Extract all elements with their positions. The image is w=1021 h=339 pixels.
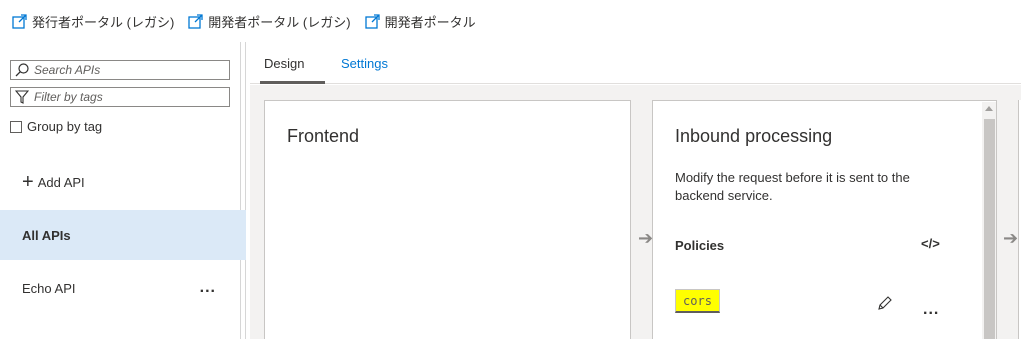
- developer-portal-label: 開発者ポータル: [384, 14, 476, 30]
- tab-settings[interactable]: Settings: [341, 56, 388, 71]
- group-by-tag-checkbox[interactable]: Group by tag: [10, 119, 102, 134]
- api-tabs: Design Settings: [250, 42, 1021, 84]
- policy-cors-tag[interactable]: cors: [675, 289, 720, 313]
- search-apis-placeholder: Search APIs: [34, 63, 101, 77]
- more-options-icon[interactable]: ...: [200, 279, 216, 297]
- api-sidebar: Search APIs Filter by tags Group by tag …: [0, 42, 246, 339]
- external-link-icon: [364, 13, 380, 29]
- api-item-echo-api[interactable]: Echo API ...: [0, 263, 246, 313]
- search-icon: [15, 63, 29, 77]
- code-editor-icon[interactable]: </>: [921, 236, 940, 251]
- card-scrollbar[interactable]: [982, 102, 996, 339]
- scroll-up-arrow-icon[interactable]: [985, 106, 993, 111]
- frontend-card[interactable]: Frontend: [264, 100, 631, 339]
- external-link-icon: [188, 13, 203, 29]
- api-item-all-apis[interactable]: All APIs: [0, 210, 246, 260]
- active-tab-indicator: [260, 81, 325, 84]
- group-by-tag-label: Group by tag: [27, 119, 103, 134]
- developer-portal-legacy-label: 開発者ポータル (レガシ): [208, 14, 351, 30]
- filter-tags-placeholder: Filter by tags: [34, 90, 103, 104]
- tab-design[interactable]: Design: [264, 56, 304, 71]
- scroll-thumb[interactable]: [984, 119, 995, 339]
- developer-portal-legacy-link[interactable]: 開発者ポータル (レガシ): [188, 12, 351, 31]
- design-canvas: Frontend ➔ Inbound processing Modify the…: [250, 85, 1021, 339]
- api-item-label: All APIs: [22, 227, 71, 243]
- filter-icon: [15, 90, 29, 104]
- filter-tags-input[interactable]: Filter by tags: [10, 87, 230, 107]
- edit-pencil-icon[interactable]: [877, 295, 893, 311]
- frontend-title: Frontend: [287, 126, 360, 146]
- flow-arrow-icon: ➔: [638, 228, 654, 248]
- developer-portal-link[interactable]: 開発者ポータル: [364, 12, 476, 31]
- add-api-label: Add API: [37, 174, 85, 190]
- plus-icon: +: [22, 171, 34, 193]
- api-item-label: Echo API: [22, 280, 76, 296]
- more-options-icon[interactable]: ...: [923, 301, 939, 319]
- search-apis-input[interactable]: Search APIs: [10, 60, 230, 80]
- top-links-bar: 発行者ポータル (レガシ) 開発者ポータル (レガシ) 開発者ポータル: [0, 0, 1021, 42]
- flow-arrow-icon: ➔: [1003, 228, 1019, 248]
- policies-label: Policies: [675, 238, 725, 253]
- inbound-processing-card[interactable]: Inbound processing Modify the request be…: [652, 100, 997, 339]
- publisher-portal-legacy-link[interactable]: 発行者ポータル (レガシ): [12, 12, 174, 31]
- inbound-description: Modify the request before it is sent to …: [675, 170, 910, 203]
- inbound-title: Inbound processing: [675, 126, 833, 146]
- add-api-button[interactable]: + Add API: [22, 171, 85, 193]
- publisher-portal-legacy-label: 発行者ポータル (レガシ): [32, 14, 175, 30]
- external-link-icon: [12, 13, 27, 29]
- checkbox-box[interactable]: [10, 120, 22, 133]
